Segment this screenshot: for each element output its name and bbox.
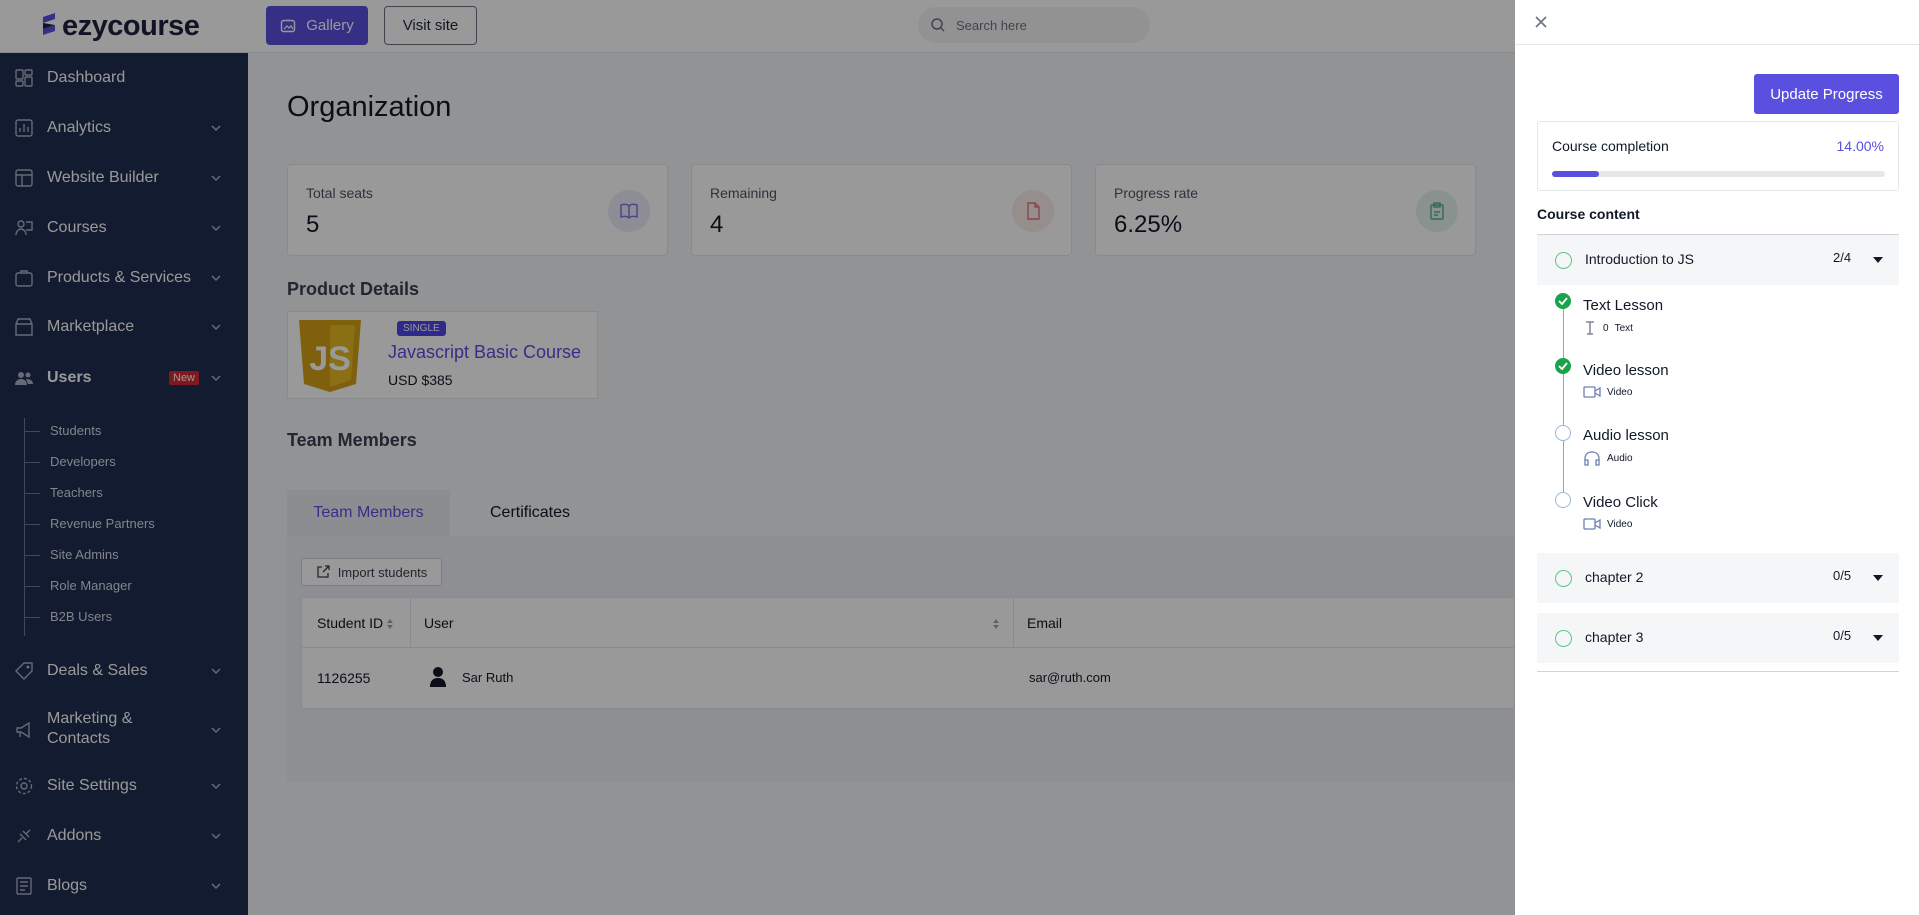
lesson-prefix: 0	[1603, 322, 1609, 334]
lesson-type: Video	[1607, 518, 1633, 530]
lesson-title[interactable]: Video Click	[1583, 494, 1658, 511]
chapter-title: Introduction to JS	[1585, 251, 1694, 267]
check-circle-icon	[1555, 358, 1571, 374]
chapter-item[interactable]: chapter 2 0/5	[1537, 553, 1899, 603]
chapter-status-circle	[1555, 630, 1572, 647]
chapter-status-circle	[1555, 252, 1572, 269]
completion-label: Course completion	[1552, 138, 1669, 154]
completion-value: 14.00%	[1836, 138, 1884, 154]
chapter-title: chapter 2	[1585, 569, 1644, 585]
update-progress-button[interactable]: Update Progress	[1754, 74, 1899, 114]
chapter-item[interactable]: chapter 3 0/5	[1537, 613, 1899, 663]
lesson-timeline	[1563, 295, 1564, 502]
lesson-status-circle	[1555, 425, 1571, 441]
text-icon	[1586, 321, 1594, 335]
course-completion-card: Course completion 14.00%	[1537, 121, 1899, 191]
lesson-meta: Video	[1583, 518, 1632, 530]
headphones-icon	[1584, 451, 1600, 466]
lesson-title[interactable]: Audio lesson	[1583, 427, 1669, 444]
chapter-count: 2/4	[1833, 250, 1852, 265]
completion-progress-fill	[1552, 171, 1599, 177]
lesson-meta: 0 Text	[1583, 320, 1633, 336]
progress-drawer: Update Progress Course completion 14.00%…	[1515, 0, 1919, 915]
caret-down-icon[interactable]	[1873, 257, 1883, 263]
chapter-status-circle	[1555, 570, 1572, 587]
course-content-title: Course content	[1537, 206, 1640, 222]
lesson-type: Video	[1607, 386, 1633, 398]
chapter-item[interactable]: Introduction to JS 2/4	[1537, 235, 1899, 285]
lesson-type: Audio	[1607, 452, 1633, 464]
divider	[1515, 44, 1919, 45]
lesson-type: Text	[1614, 322, 1633, 334]
caret-down-icon[interactable]	[1873, 575, 1883, 581]
video-icon	[1583, 518, 1601, 530]
chapter-count: 0/5	[1833, 628, 1852, 643]
lesson-meta: Video	[1583, 386, 1632, 398]
lesson-meta: Audio	[1583, 450, 1633, 466]
close-icon[interactable]	[1533, 14, 1549, 30]
video-icon	[1583, 386, 1601, 398]
lesson-title[interactable]: Video lesson	[1583, 362, 1669, 379]
lesson-title[interactable]: Text Lesson	[1583, 297, 1663, 314]
lesson-status-circle	[1555, 492, 1571, 508]
completion-progress-bar	[1552, 171, 1885, 177]
chapter-count: 0/5	[1833, 568, 1852, 583]
divider	[1537, 671, 1899, 672]
modal-backdrop[interactable]	[0, 0, 1515, 915]
caret-down-icon[interactable]	[1873, 635, 1883, 641]
chapter-title: chapter 3	[1585, 629, 1644, 645]
check-circle-icon	[1555, 293, 1571, 309]
